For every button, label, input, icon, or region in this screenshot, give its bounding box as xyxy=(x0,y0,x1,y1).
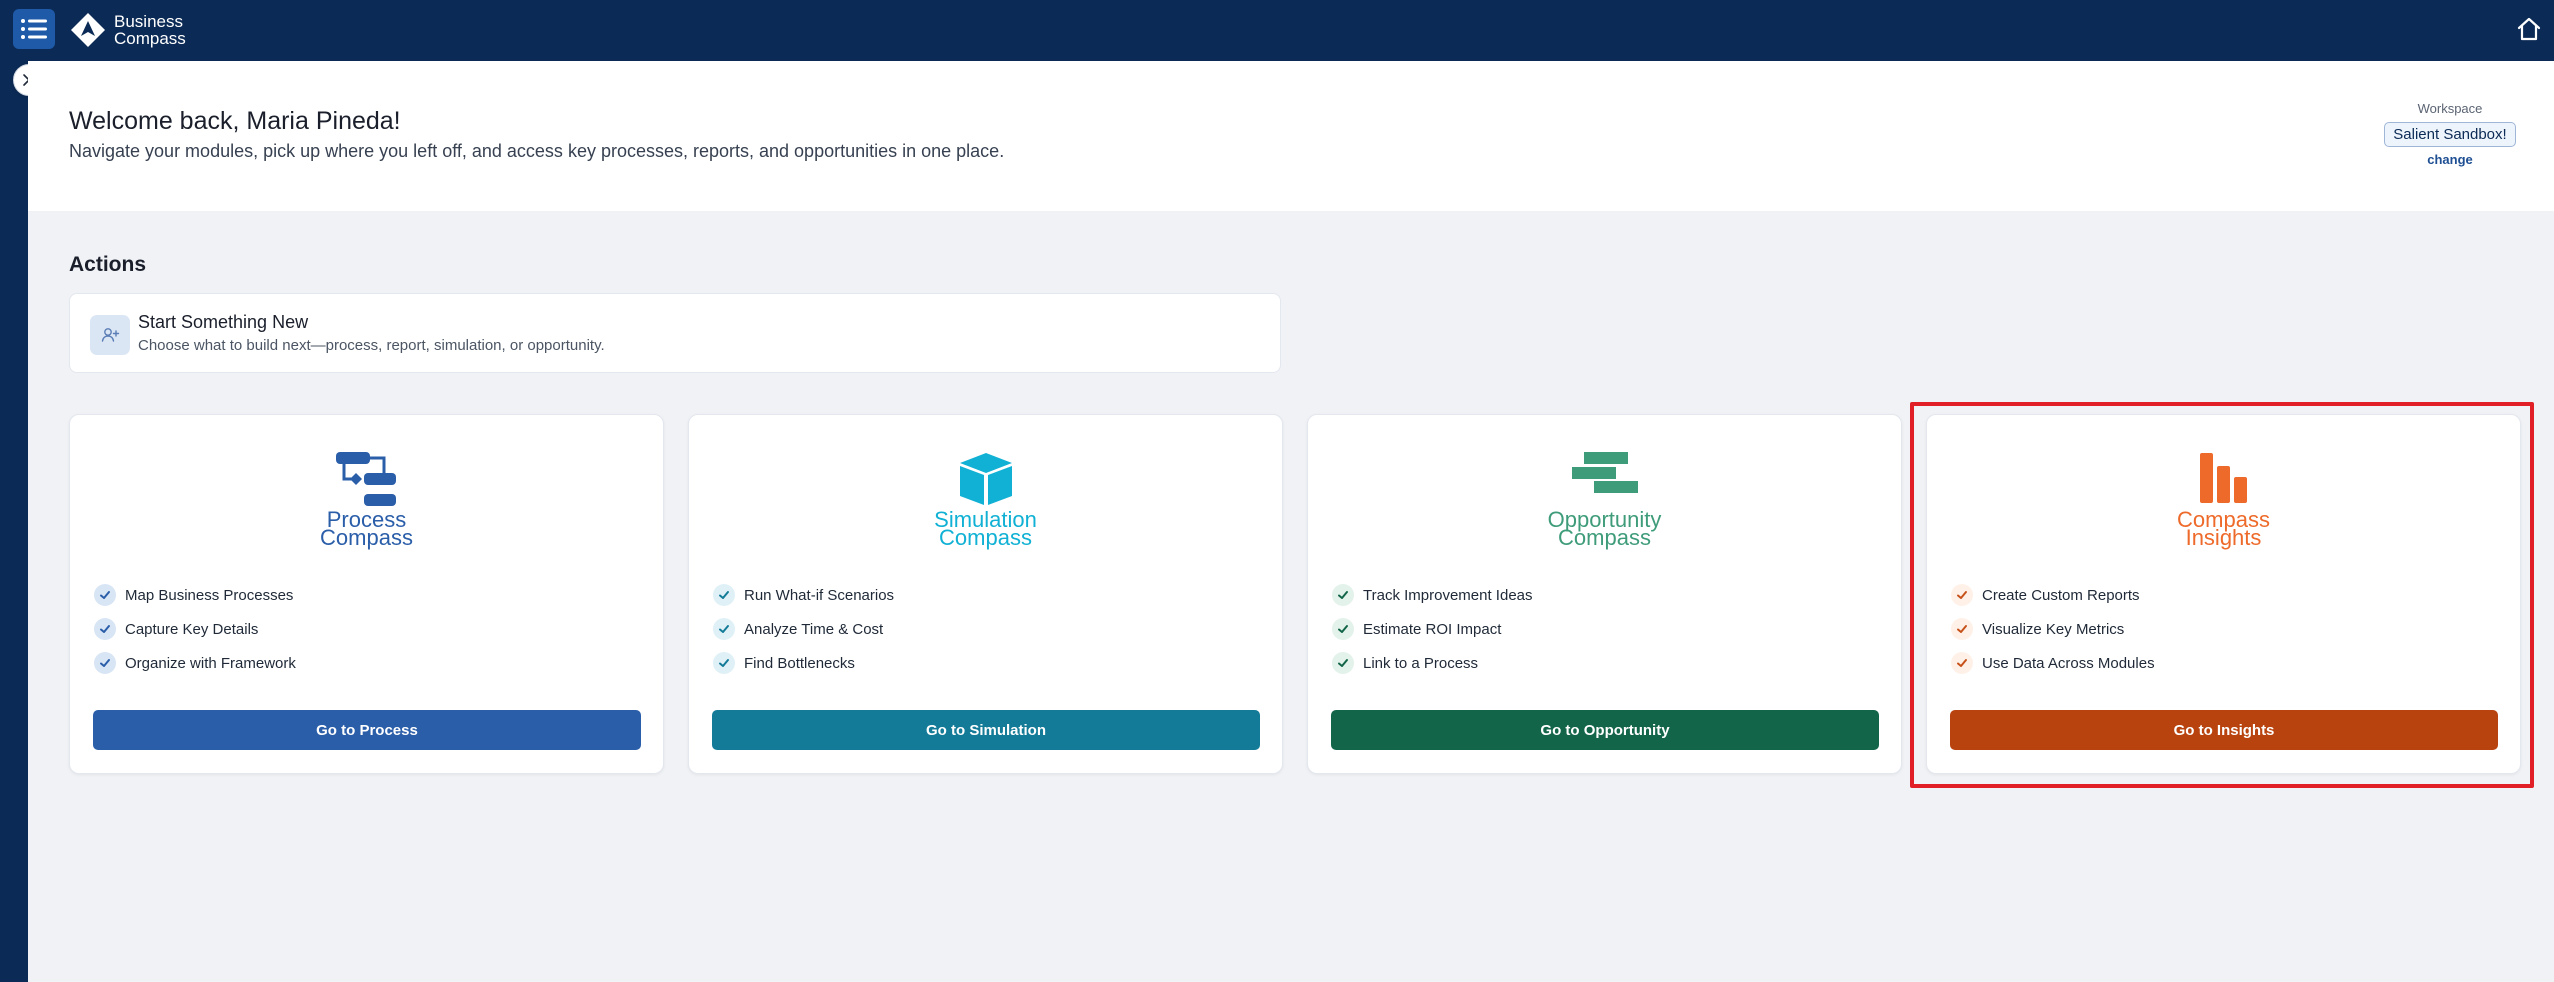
check-icon xyxy=(1951,584,1973,606)
feature-label: Find Bottlenecks xyxy=(744,654,855,672)
feature-label: Estimate ROI Impact xyxy=(1363,620,1502,638)
workspace-name-badge: Salient Sandbox! xyxy=(2384,122,2516,147)
feature-item: Run What-if Scenarios xyxy=(713,578,894,612)
feature-label: Visualize Key Metrics xyxy=(1982,620,2125,638)
opportunity-compass-card: Opportunity Compass Track Improvement Id… xyxy=(1307,414,1902,774)
compass-insights-logo: Compass Insights xyxy=(1927,451,2520,551)
start-something-new-card[interactable]: Start Something New Choose what to build… xyxy=(69,293,1281,373)
start-card-subtitle: Choose what to build next—process, repor… xyxy=(138,337,605,354)
menu-button[interactable] xyxy=(13,9,55,49)
go-to-process-button[interactable]: Go to Process xyxy=(93,710,641,750)
check-icon xyxy=(1951,618,1973,640)
opportunity-feature-list: Track Improvement Ideas Estimate ROI Imp… xyxy=(1332,578,1533,680)
feature-item: Find Bottlenecks xyxy=(713,646,894,680)
insights-name-line-2: Insights xyxy=(2185,525,2262,550)
welcome-subtitle: Navigate your modules, pick up where you… xyxy=(69,141,1005,161)
simulation-name-line-2: Compass xyxy=(939,525,1032,550)
process-feature-list: Map Business Processes Capture Key Detai… xyxy=(94,578,296,680)
home-icon xyxy=(2517,17,2541,41)
feature-item: Link to a Process xyxy=(1332,646,1533,680)
check-icon xyxy=(94,584,116,606)
process-flow-icon xyxy=(335,452,396,506)
welcome-title: Welcome back, Maria Pineda! xyxy=(69,107,401,135)
feature-label: Map Business Processes xyxy=(125,586,294,604)
go-to-simulation-button[interactable]: Go to Simulation xyxy=(712,710,1260,750)
go-to-opportunity-button[interactable]: Go to Opportunity xyxy=(1331,710,1879,750)
compass-insights-name: Compass Insights xyxy=(2177,509,2270,550)
simulation-compass-logo: Simulation Compass xyxy=(689,451,1282,551)
list-icon xyxy=(21,19,47,39)
check-icon xyxy=(1951,652,1973,674)
feature-item: Create Custom Reports xyxy=(1951,578,2155,612)
feature-label: Track Improvement Ideas xyxy=(1363,586,1533,604)
opportunity-compass-logo: Opportunity Compass xyxy=(1308,451,1901,551)
welcome-header: Welcome back, Maria Pineda! Navigate you… xyxy=(28,61,2554,211)
side-rail xyxy=(0,61,28,982)
process-compass-card: Process Compass Map Business Processes C… xyxy=(69,414,664,774)
compass-insights-card: Compass Insights Create Custom Reports V… xyxy=(1926,414,2521,774)
top-navbar: Business Compass xyxy=(0,0,2554,61)
workspace-panel: Workspace Salient Sandbox! change xyxy=(2380,101,2520,167)
feature-item: Track Improvement Ideas xyxy=(1332,578,1533,612)
process-compass-name: Process Compass xyxy=(320,509,413,550)
feature-label: Analyze Time & Cost xyxy=(744,620,884,638)
user-plus-icon xyxy=(101,328,120,342)
opportunity-name-line-2: Compass xyxy=(1558,525,1651,550)
brand-line-2: Compass xyxy=(114,29,186,48)
feature-label: Capture Key Details xyxy=(125,620,259,638)
feature-label: Organize with Framework xyxy=(125,654,296,672)
start-icon-container xyxy=(90,315,130,355)
feature-item: Capture Key Details xyxy=(94,612,296,646)
check-icon xyxy=(1332,584,1354,606)
home-button[interactable] xyxy=(2510,10,2548,48)
workspace-label: Workspace xyxy=(2417,101,2483,116)
feature-item: Visualize Key Metrics xyxy=(1951,612,2155,646)
check-icon xyxy=(713,584,735,606)
feature-label: Link to a Process xyxy=(1363,654,1479,672)
feature-label: Run What-if Scenarios xyxy=(744,586,895,604)
bar-chart-icon xyxy=(2199,453,2247,503)
feature-item: Estimate ROI Impact xyxy=(1332,612,1533,646)
feature-label: Use Data Across Modules xyxy=(1982,654,2155,672)
brand-line-1: Business xyxy=(114,12,183,31)
insights-feature-list: Create Custom Reports Visualize Key Metr… xyxy=(1951,578,2155,680)
brand-logo[interactable]: Business Compass xyxy=(70,10,186,50)
process-compass-logo: Process Compass xyxy=(70,451,663,551)
check-icon xyxy=(1332,652,1354,674)
check-icon xyxy=(713,618,735,640)
feature-item: Map Business Processes xyxy=(94,578,296,612)
change-workspace-link[interactable]: change xyxy=(2380,152,2520,167)
simulation-compass-card: Simulation Compass Run What-if Scenarios… xyxy=(688,414,1283,774)
feature-label: Create Custom Reports xyxy=(1982,586,2140,604)
brand-name: Business Compass xyxy=(114,13,186,47)
feature-item: Analyze Time & Cost xyxy=(713,612,894,646)
feature-item: Use Data Across Modules xyxy=(1951,646,2155,680)
opportunity-compass-name: Opportunity Compass xyxy=(1548,509,1662,550)
simulation-feature-list: Run What-if Scenarios Analyze Time & Cos… xyxy=(713,578,894,680)
start-card-title: Start Something New xyxy=(138,312,309,332)
compass-logo-icon xyxy=(71,13,105,47)
process-name-line-2: Compass xyxy=(320,525,413,550)
check-icon xyxy=(713,652,735,674)
check-icon xyxy=(1332,618,1354,640)
check-icon xyxy=(94,652,116,674)
go-to-insights-button[interactable]: Go to Insights xyxy=(1950,710,2498,750)
cube-icon xyxy=(959,453,1012,505)
check-icon xyxy=(94,618,116,640)
feature-item: Organize with Framework xyxy=(94,646,296,680)
actions-heading: Actions xyxy=(69,253,147,276)
stacked-bars-icon xyxy=(1571,452,1638,493)
simulation-compass-name: Simulation Compass xyxy=(934,509,1037,550)
